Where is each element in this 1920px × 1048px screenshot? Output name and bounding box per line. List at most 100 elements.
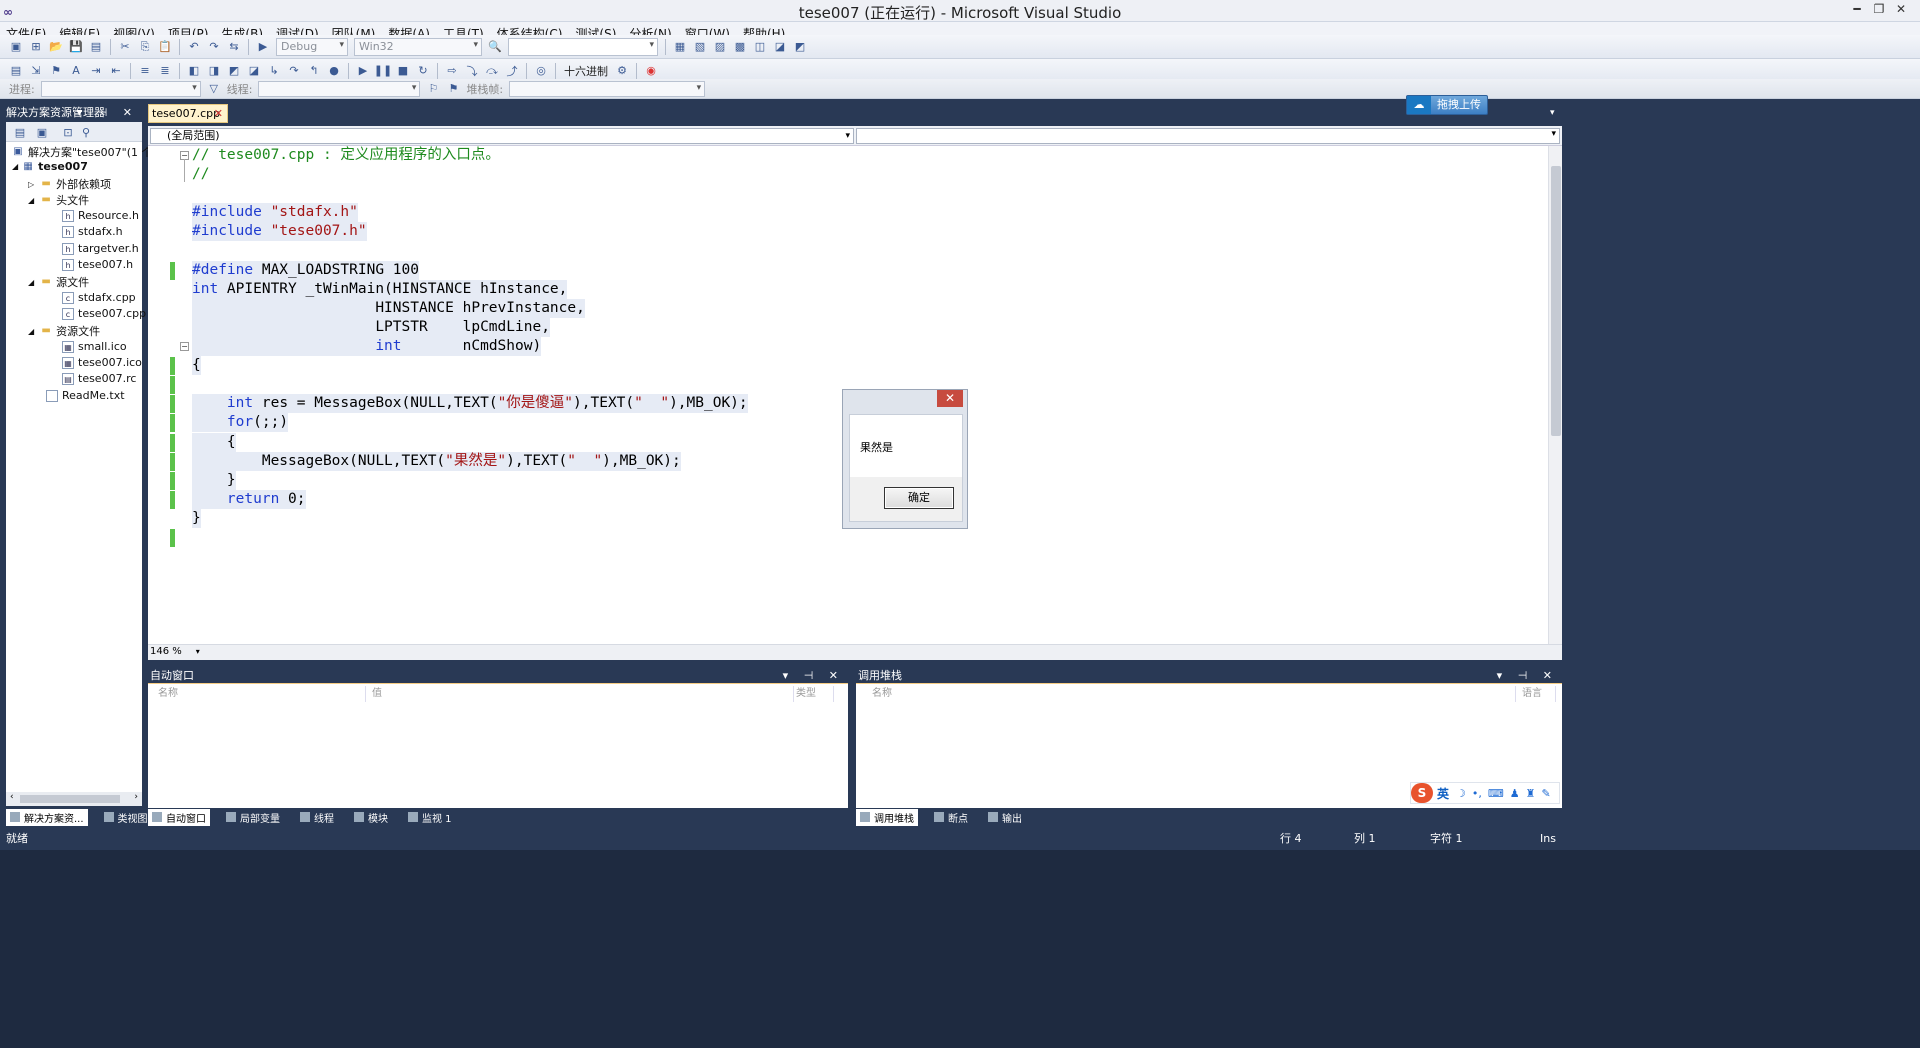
code-line[interactable]: #define MAX_LOADSTRING 100 (192, 260, 419, 280)
callstack-col-name[interactable]: 名称 (856, 686, 1516, 702)
stop-debug-icon[interactable]: ■ (395, 63, 411, 79)
flag-all-icon[interactable]: ⚑ (445, 81, 461, 97)
find-combo[interactable] (508, 37, 658, 56)
tree-file-targetver-h[interactable]: h targetver.h (62, 242, 139, 255)
callstack-col-lang[interactable]: 语言 (1516, 686, 1556, 702)
copy-icon[interactable]: ⎘ (137, 39, 153, 55)
code-line[interactable]: int APIENTRY _tWinMain(HINSTANCE hInstan… (192, 279, 568, 299)
code-line[interactable]: LPTSTR lpCmdLine, (192, 317, 550, 337)
save-all-icon[interactable]: ▤ (88, 39, 104, 55)
code-line[interactable]: int nCmdShow) (192, 337, 542, 357)
platform-dropdown[interactable]: Win32 (354, 37, 482, 56)
quickwatch-icon[interactable]: ◎ (533, 63, 549, 79)
process-combo[interactable] (40, 80, 201, 97)
restore-button[interactable]: ❐ (1868, 0, 1890, 18)
keyboard-icon[interactable]: ⌨ (1488, 787, 1504, 800)
continue-icon[interactable]: ▶ (355, 63, 371, 79)
scope-dropdown[interactable]: (全局范围) ▾ (150, 128, 854, 144)
sogou-icon[interactable]: S (1411, 783, 1433, 803)
punct-icon[interactable]: •, (1472, 787, 1482, 800)
zoom-dropdown[interactable]: 146 % (150, 646, 182, 657)
class-view-icon[interactable]: ▤ (8, 63, 24, 79)
msgbox-close-button[interactable]: ✕ (937, 390, 963, 407)
close-tab-icon[interactable]: ✕ (214, 105, 223, 122)
tree-resource-files[interactable]: ◢ ▬ 资源文件 (28, 323, 100, 339)
sol-view-class-icon[interactable]: ⚲ (78, 124, 94, 140)
code-line[interactable]: } (192, 470, 236, 490)
upload-button[interactable]: ☁ 拖拽上传 (1406, 95, 1488, 115)
tree-file-stdafx-cpp[interactable]: c stdafx.cpp (62, 291, 136, 304)
indent-icon[interactable]: ⇥ (88, 63, 104, 79)
font-icon[interactable]: A (68, 63, 84, 79)
code-line[interactable]: for(;;) (192, 413, 289, 433)
bookmark-clear-icon[interactable]: ◩ (226, 63, 242, 79)
tree-source-files[interactable]: ◢ ▬ 源文件 (28, 274, 89, 290)
save-icon[interactable]: 💾 (68, 39, 84, 55)
solution-explorer-icon[interactable]: ▦ (672, 39, 688, 55)
tree-solution[interactable]: ▣ 解决方案"tese007"(1 个项 (12, 144, 163, 160)
tree-file-resource-h[interactable]: h Resource.h (62, 209, 139, 222)
goto-def-icon[interactable]: ⇲ (28, 63, 44, 79)
config-dropdown[interactable]: Debug (276, 37, 348, 56)
tree-header-files[interactable]: ◢ ▬ 头文件 (28, 192, 89, 208)
tab-output[interactable]: 输出 (984, 809, 1026, 826)
paste-icon[interactable]: 📋 (157, 39, 173, 55)
tab-locals[interactable]: 局部变量 (222, 809, 284, 826)
undo-icon[interactable]: ↶ (186, 39, 202, 55)
bookmark-icon[interactable]: ⚑ (48, 63, 64, 79)
tab-threads[interactable]: 线程 (296, 809, 338, 826)
doc-tab-tese007[interactable]: tese007.cpp ✕ (148, 104, 228, 123)
tree-project[interactable]: ◢ ▦ tese007 (12, 160, 88, 173)
tab-solution-explorer[interactable]: 解决方案资... (6, 808, 88, 826)
thread-icon[interactable]: ⚙ (614, 63, 630, 79)
properties-icon[interactable]: ▧ (692, 39, 708, 55)
code-line[interactable]: MessageBox(NULL,TEXT("果然是"),TEXT(" "),MB… (192, 451, 681, 471)
start-page-icon[interactable]: ◫ (752, 39, 768, 55)
step-into-icon[interactable]: ↳ (266, 63, 282, 79)
wrench-icon[interactable]: ✎ (1542, 787, 1551, 800)
thread-combo[interactable] (258, 80, 421, 97)
moon-icon[interactable]: ☽ (1456, 787, 1466, 800)
user-icon[interactable]: ♟ (1510, 787, 1520, 800)
tab-watch1[interactable]: 监视 1 (404, 809, 456, 826)
code-line[interactable]: int res = MessageBox(NULL,TEXT("你是傻逼"),T… (192, 394, 748, 414)
tab-list-icon[interactable]: ▾ (1550, 108, 1555, 118)
open-file-icon[interactable]: 📂 (48, 39, 64, 55)
tree-file-tese007-h[interactable]: h tese007.h (62, 258, 133, 271)
member-dropdown[interactable]: ▾ (856, 128, 1560, 144)
find-in-files-icon[interactable]: 🔍 (487, 39, 503, 55)
show-next-statement-icon[interactable]: ⇨ (444, 63, 460, 79)
tab-autos[interactable]: 自动窗口 (148, 808, 210, 826)
autos-col-type[interactable]: 类型 (794, 686, 834, 702)
filter-icon[interactable]: ▽ (206, 81, 222, 97)
skin-icon[interactable]: ♜ (1526, 787, 1536, 800)
code-line[interactable]: } (192, 508, 201, 528)
tree-file-tese007-cpp[interactable]: c tese007.cpp (62, 307, 146, 320)
tree-file-stdafx-h[interactable]: h stdafx.h (62, 225, 123, 238)
sol-refresh-icon[interactable]: ⊡ (60, 124, 76, 140)
close-window-button[interactable]: ✕ (1890, 0, 1912, 18)
restart-icon[interactable]: ↻ (415, 63, 431, 79)
tab-call-stack[interactable]: 调用堆栈 (856, 808, 918, 826)
start-debug-icon[interactable]: ▶ (255, 39, 271, 55)
tab-modules[interactable]: 模块 (350, 809, 392, 826)
tree-file-tese007-rc[interactable]: ▤ tese007.rc (62, 372, 136, 385)
step-over-icon[interactable]: ↷ (286, 63, 302, 79)
tab-breakpoints[interactable]: 断点 (930, 809, 972, 826)
break-all-icon[interactable]: ❚❚ (374, 63, 392, 79)
bookmark-prev-icon[interactable]: ◧ (186, 63, 202, 79)
flag-thread-icon[interactable]: ⚐ (425, 81, 441, 97)
sol-properties-icon[interactable]: ▤ (12, 124, 28, 140)
tree-file-small-ico[interactable]: ▦ small.ico (62, 340, 127, 353)
stack-frame-combo[interactable] (509, 80, 706, 97)
redo-icon[interactable]: ↷ (206, 39, 222, 55)
msgbox-ok-button[interactable]: 确定 (884, 487, 954, 509)
code-line[interactable]: #include "stdafx.h" (192, 203, 358, 223)
autos-col-name[interactable]: 名称 (148, 686, 366, 702)
tree-file-readme[interactable]: ReadMe.txt (46, 389, 125, 402)
editor-vscroll[interactable] (1548, 146, 1562, 644)
code-line[interactable]: { (192, 356, 201, 376)
code-line[interactable]: // tese007.cpp : 定义应用程序的入口点。 (192, 146, 500, 165)
step-out-2-icon[interactable]: ⤴ (504, 63, 520, 79)
code-line[interactable]: return 0; (192, 489, 306, 509)
